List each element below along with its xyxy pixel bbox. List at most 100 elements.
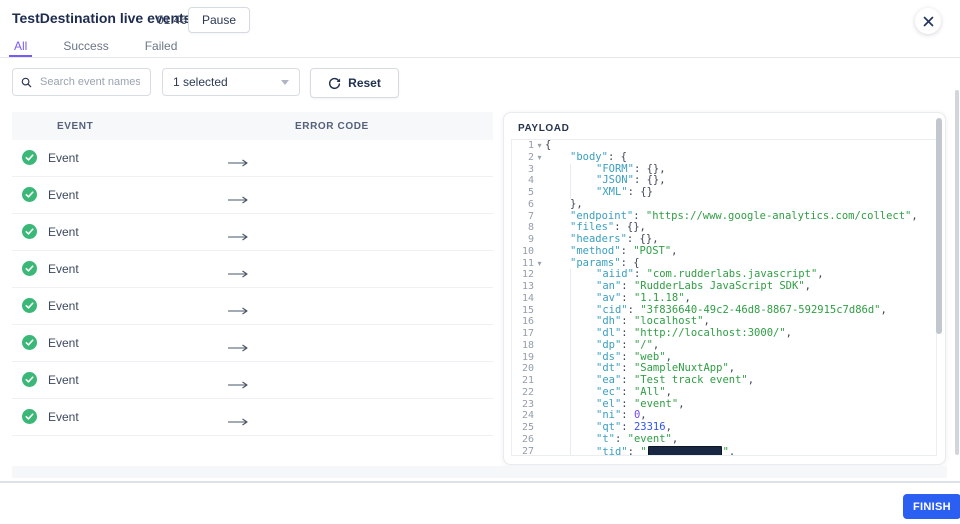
pause-button[interactable]: Pause — [188, 7, 250, 33]
code-line: 18"dp": "/", — [512, 340, 936, 352]
token-str: "localhost" — [634, 315, 704, 327]
token-key: "aiid" — [596, 268, 634, 280]
arrow-right-icon — [228, 339, 248, 357]
line-number: 20 — [512, 363, 534, 375]
code-line: 2▾"body": { — [512, 152, 936, 164]
line-number: 22 — [512, 387, 534, 399]
event-row[interactable]: Event — [12, 288, 493, 325]
token-punc: : — [621, 315, 634, 327]
fold-caret-icon[interactable]: ▾ — [534, 152, 545, 164]
column-header-event: EVENT — [57, 121, 93, 132]
code-content: "headers": {}, — [545, 233, 659, 245]
tab-failed[interactable]: Failed — [140, 36, 183, 57]
token-punc: , — [729, 362, 735, 374]
fold-caret-icon[interactable]: ▾ — [534, 258, 545, 270]
line-number: 9 — [512, 234, 534, 246]
success-check-icon — [22, 335, 37, 350]
column-header-error-code: ERROR CODE — [295, 121, 369, 132]
token-key: "endpoint" — [570, 210, 633, 222]
token-key: "ec" — [596, 386, 621, 398]
search-event-names-box[interactable] — [12, 68, 151, 96]
payload-panel: PAYLOAD 1▾{2▾"body": {3"FORM": {},4"JSON… — [503, 112, 946, 465]
close-icon — [923, 16, 934, 27]
code-content: "qt": 23316, — [545, 421, 672, 433]
token-punc: , — [880, 304, 886, 316]
code-content: "files": {}, — [545, 221, 646, 233]
code-content: "aiid": "com.rudderlabs.javascript", — [545, 268, 824, 280]
line-number: 18 — [512, 340, 534, 352]
token-punc: , — [666, 386, 672, 398]
payload-scrollbar-thumb[interactable] — [936, 118, 942, 334]
token-key: "qt" — [596, 421, 621, 433]
token-key: "XML" — [596, 186, 628, 198]
payload-json-viewer[interactable]: 1▾{2▾"body": {3"FORM": {},4"JSON": {},5"… — [511, 139, 937, 456]
redacted-value — [648, 446, 722, 457]
token-punc: : — [621, 327, 634, 339]
horizontal-scrollbar-track[interactable] — [12, 466, 947, 478]
token-key: "method" — [570, 245, 621, 257]
token-key: "cid" — [596, 304, 628, 316]
reset-button[interactable]: Reset — [310, 68, 399, 98]
pause-button-label: Pause — [202, 13, 236, 27]
indent-space — [545, 340, 570, 352]
token-key: "headers" — [570, 233, 627, 245]
token-str: "3f836640-49c2-46d8-8867-592915c7d86d" — [640, 304, 880, 316]
code-content: "av": "1.1.18", — [545, 292, 691, 304]
event-row[interactable]: Event — [12, 177, 493, 214]
window-scrollbar-thumb[interactable] — [955, 90, 959, 455]
search-input[interactable] — [38, 75, 142, 89]
line-number: 14 — [512, 293, 534, 305]
event-row[interactable]: Event — [12, 399, 493, 436]
tab-all[interactable]: All — [9, 36, 32, 57]
code-content: "ni": 0, — [545, 409, 647, 421]
line-number: 23 — [512, 399, 534, 411]
event-row[interactable]: Event — [12, 214, 493, 251]
fold-caret-icon[interactable]: ▾ — [534, 140, 545, 152]
token-punc: : — [628, 304, 641, 316]
token-punc: : {}, — [614, 221, 646, 233]
token-str: "event" — [628, 433, 672, 445]
token-str: "Test track event" — [634, 374, 748, 386]
indent-guide — [570, 387, 596, 399]
code-content: "tid": "", — [545, 446, 735, 456]
token-punc: : — [621, 351, 634, 363]
token-punc: : { — [621, 257, 640, 269]
token-key: "body" — [570, 151, 608, 163]
success-check-icon — [22, 372, 37, 387]
line-number: 10 — [512, 246, 534, 258]
token-punc: , — [911, 210, 917, 222]
indent-space — [545, 246, 570, 258]
arrow-right-icon — [228, 302, 248, 320]
indent-space — [545, 434, 570, 446]
token-punc: : { — [608, 151, 627, 163]
events-table-body: EventEventEventEventEventEventEventEvent — [12, 140, 493, 436]
code-content: }, — [545, 198, 583, 210]
token-punc: : — [621, 374, 634, 386]
indent-space — [545, 375, 570, 387]
code-line: 17"dl": "http://localhost:3000/", — [512, 328, 936, 340]
indent-space — [545, 152, 570, 164]
line-number: 11 — [512, 258, 534, 270]
close-button[interactable] — [915, 8, 941, 34]
token-punc: , — [729, 446, 735, 456]
finish-button[interactable]: FINISH — [903, 494, 960, 519]
event-row[interactable]: Event — [12, 362, 493, 399]
token-punc: : — [621, 398, 634, 410]
line-number: 7 — [512, 211, 534, 223]
code-content: "el": "event", — [545, 398, 685, 410]
token-punc: { — [545, 139, 551, 151]
line-number: 27 — [512, 446, 534, 457]
success-check-icon — [22, 261, 37, 276]
line-number: 19 — [512, 352, 534, 364]
event-row[interactable]: Event — [12, 140, 493, 177]
footer-divider — [0, 481, 960, 483]
event-row[interactable]: Event — [12, 325, 493, 362]
tab-success[interactable]: Success — [58, 36, 113, 57]
event-row-label: Event — [48, 410, 79, 424]
token-str: " — [640, 446, 646, 456]
token-key: "an" — [596, 280, 621, 292]
success-check-icon — [22, 150, 37, 165]
event-filter-dropdown[interactable]: 1 selected — [162, 68, 300, 96]
line-number: 13 — [512, 281, 534, 293]
event-row[interactable]: Event — [12, 251, 493, 288]
